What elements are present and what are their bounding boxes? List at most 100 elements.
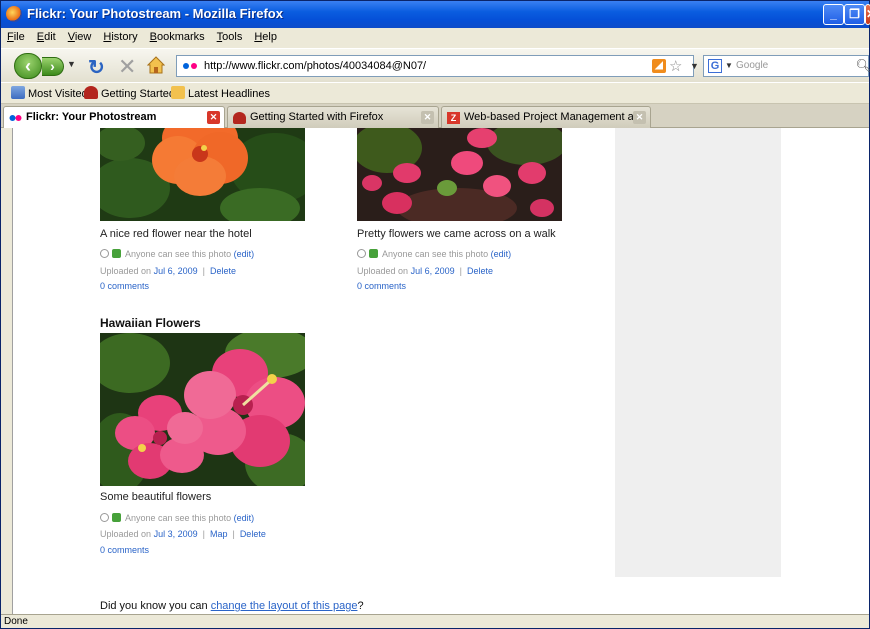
firefox-logo-icon (6, 6, 22, 22)
tab-project-management[interactable]: Z Web-based Project Management and C... … (441, 106, 651, 128)
comments-link[interactable]: 0 comments (357, 281, 406, 291)
history-dropdown-icon[interactable]: ▼ (67, 59, 76, 69)
rss-feed-icon[interactable]: ◢ (652, 59, 666, 73)
minimize-button[interactable]: _ (823, 4, 844, 25)
url-bar[interactable]: http://www.flickr.com/photos/40034084@N0… (176, 55, 694, 77)
privacy-icon (100, 249, 109, 258)
photo-caption[interactable]: A nice red flower near the hotel (100, 228, 252, 240)
edit-privacy-link[interactable]: (edit) (234, 249, 255, 259)
search-input[interactable]: G ▼ Google 🔍︎ (703, 55, 870, 77)
tab-close-icon[interactable]: ✕ (207, 111, 220, 124)
privacy-icon (357, 249, 366, 258)
folder-icon (171, 86, 185, 99)
menu-help[interactable]: Help (248, 28, 283, 43)
tab-label: Web-based Project Management and C... (464, 111, 634, 123)
privacy-text: Anyone can see this photo (125, 249, 232, 259)
bookmark-most-visited[interactable]: Most Visited (11, 86, 88, 100)
menu-history[interactable]: History (97, 28, 143, 43)
firefox-page-tab-icon (233, 112, 246, 124)
upload-date-link[interactable]: Jul 6, 2009 (411, 266, 455, 276)
upload-date-link[interactable]: Jul 6, 2009 (154, 266, 198, 276)
tab-getting-started[interactable]: Getting Started with Firefox ✕ (227, 106, 439, 128)
zoho-tab-icon: Z (447, 112, 460, 124)
map-link[interactable]: Map (210, 529, 228, 539)
close-button[interactable]: ✕ (865, 4, 870, 25)
public-icon (112, 513, 121, 522)
privacy-row: Anyone can see this photo (edit) (357, 249, 511, 259)
set-title[interactable]: Hawaiian Flowers (100, 316, 201, 330)
menu-bookmarks[interactable]: Bookmarks (144, 28, 211, 43)
delete-link[interactable]: Delete (210, 266, 236, 276)
privacy-row: Anyone can see this photo (edit) (100, 513, 254, 523)
bookmark-latest-headlines[interactable]: Latest Headlines (171, 86, 270, 100)
public-icon (112, 249, 121, 258)
menu-edit[interactable]: Edit (31, 28, 62, 43)
photo-image (100, 333, 305, 486)
flickr-favicon-icon (183, 63, 199, 69)
photo-caption[interactable]: Pretty flowers we came across on a walk (357, 228, 556, 240)
stop-icon[interactable]: ✕ (118, 54, 136, 80)
delete-link[interactable]: Delete (467, 266, 493, 276)
menu-tools[interactable]: Tools (211, 28, 249, 43)
bookmark-label: Latest Headlines (188, 88, 270, 100)
reload-icon[interactable]: ↻ (88, 55, 105, 80)
photo-caption[interactable]: Some beautiful flowers (100, 491, 211, 503)
tab-flickr[interactable]: Flickr: Your Photostream ✕ (3, 106, 225, 129)
photo-hibiscus[interactable] (100, 333, 305, 486)
url-dropdown-icon[interactable]: ▼ (690, 61, 699, 71)
uploaded-label: Uploaded on (100, 266, 152, 276)
tab-close-icon[interactable]: ✕ (633, 111, 646, 124)
edit-privacy-link[interactable]: (edit) (234, 513, 255, 523)
tip-text: Did you know you can (100, 600, 208, 612)
menu-bar: File Edit View History Bookmarks Tools Help (1, 28, 869, 48)
forward-button[interactable]: › (42, 57, 64, 76)
menu-view[interactable]: View (62, 28, 98, 43)
tab-label: Flickr: Your Photostream (26, 111, 157, 123)
photo-red-flower[interactable] (100, 128, 305, 221)
bookmarks-toolbar: Most Visited Getting Started Latest Head… (1, 82, 869, 104)
comments-link[interactable]: 0 comments (100, 281, 149, 291)
back-button[interactable]: ‹ (14, 53, 42, 79)
menu-file[interactable]: File (1, 28, 31, 43)
flickr-tab-icon (9, 115, 22, 121)
public-icon (369, 249, 378, 258)
maximize-button[interactable]: ❐ (844, 4, 865, 25)
search-engine-dropdown-icon[interactable]: ▼ (725, 61, 733, 70)
bookmark-getting-started[interactable]: Getting Started (84, 86, 175, 100)
photo-image (357, 128, 562, 221)
window-title: Flickr: Your Photostream - Mozilla Firef… (27, 6, 283, 21)
upload-meta: Uploaded on Jul 6, 2009 | Delete (357, 266, 493, 276)
bookmark-label: Most Visited (28, 88, 88, 100)
upload-meta: Uploaded on Jul 6, 2009 | Delete (100, 266, 236, 276)
tip-suffix: ? (357, 600, 364, 612)
url-text[interactable]: http://www.flickr.com/photos/40034084@N0… (204, 60, 426, 72)
privacy-text: Anyone can see this photo (125, 513, 232, 523)
browser-window: Flickr: Your Photostream - Mozilla Firef… (0, 0, 870, 629)
getting-started-icon (84, 86, 98, 99)
photo-pretty-flowers[interactable] (357, 128, 562, 221)
home-icon[interactable] (147, 56, 165, 74)
bookmark-star-icon[interactable]: ☆ (669, 57, 682, 75)
tab-close-icon[interactable]: ✕ (421, 111, 434, 124)
uploaded-label: Uploaded on (100, 529, 152, 539)
forward-arrow-icon: › (50, 58, 55, 74)
search-placeholder: Google (736, 60, 769, 71)
layout-tip: Did you know you can change the layout o… (100, 600, 364, 612)
privacy-row: Anyone can see this photo (edit) (100, 249, 254, 259)
change-layout-link[interactable]: change the layout of this page (211, 600, 358, 612)
edit-privacy-link[interactable]: (edit) (491, 249, 512, 259)
back-arrow-icon: ‹ (25, 56, 31, 76)
title-bar: Flickr: Your Photostream - Mozilla Firef… (1, 1, 870, 28)
navigation-toolbar: ‹ › ▼ ↻ ✕ http://www.flickr.com/photos/4… (1, 48, 870, 82)
upload-meta: Uploaded on Jul 3, 2009 | Map | Delete (100, 529, 266, 539)
comments-link[interactable]: 0 comments (100, 545, 149, 555)
status-text: Done (4, 616, 28, 627)
delete-link[interactable]: Delete (240, 529, 266, 539)
google-engine-icon[interactable]: G (708, 59, 722, 73)
bookmark-label: Getting Started (101, 88, 175, 100)
uploaded-label: Uploaded on (357, 266, 409, 276)
privacy-text: Anyone can see this photo (382, 249, 489, 259)
search-magnifier-icon[interactable]: 🔍︎ (855, 58, 870, 74)
upload-date-link[interactable]: Jul 3, 2009 (154, 529, 198, 539)
page-content: A nice red flower near the hotel Anyone … (12, 128, 869, 614)
